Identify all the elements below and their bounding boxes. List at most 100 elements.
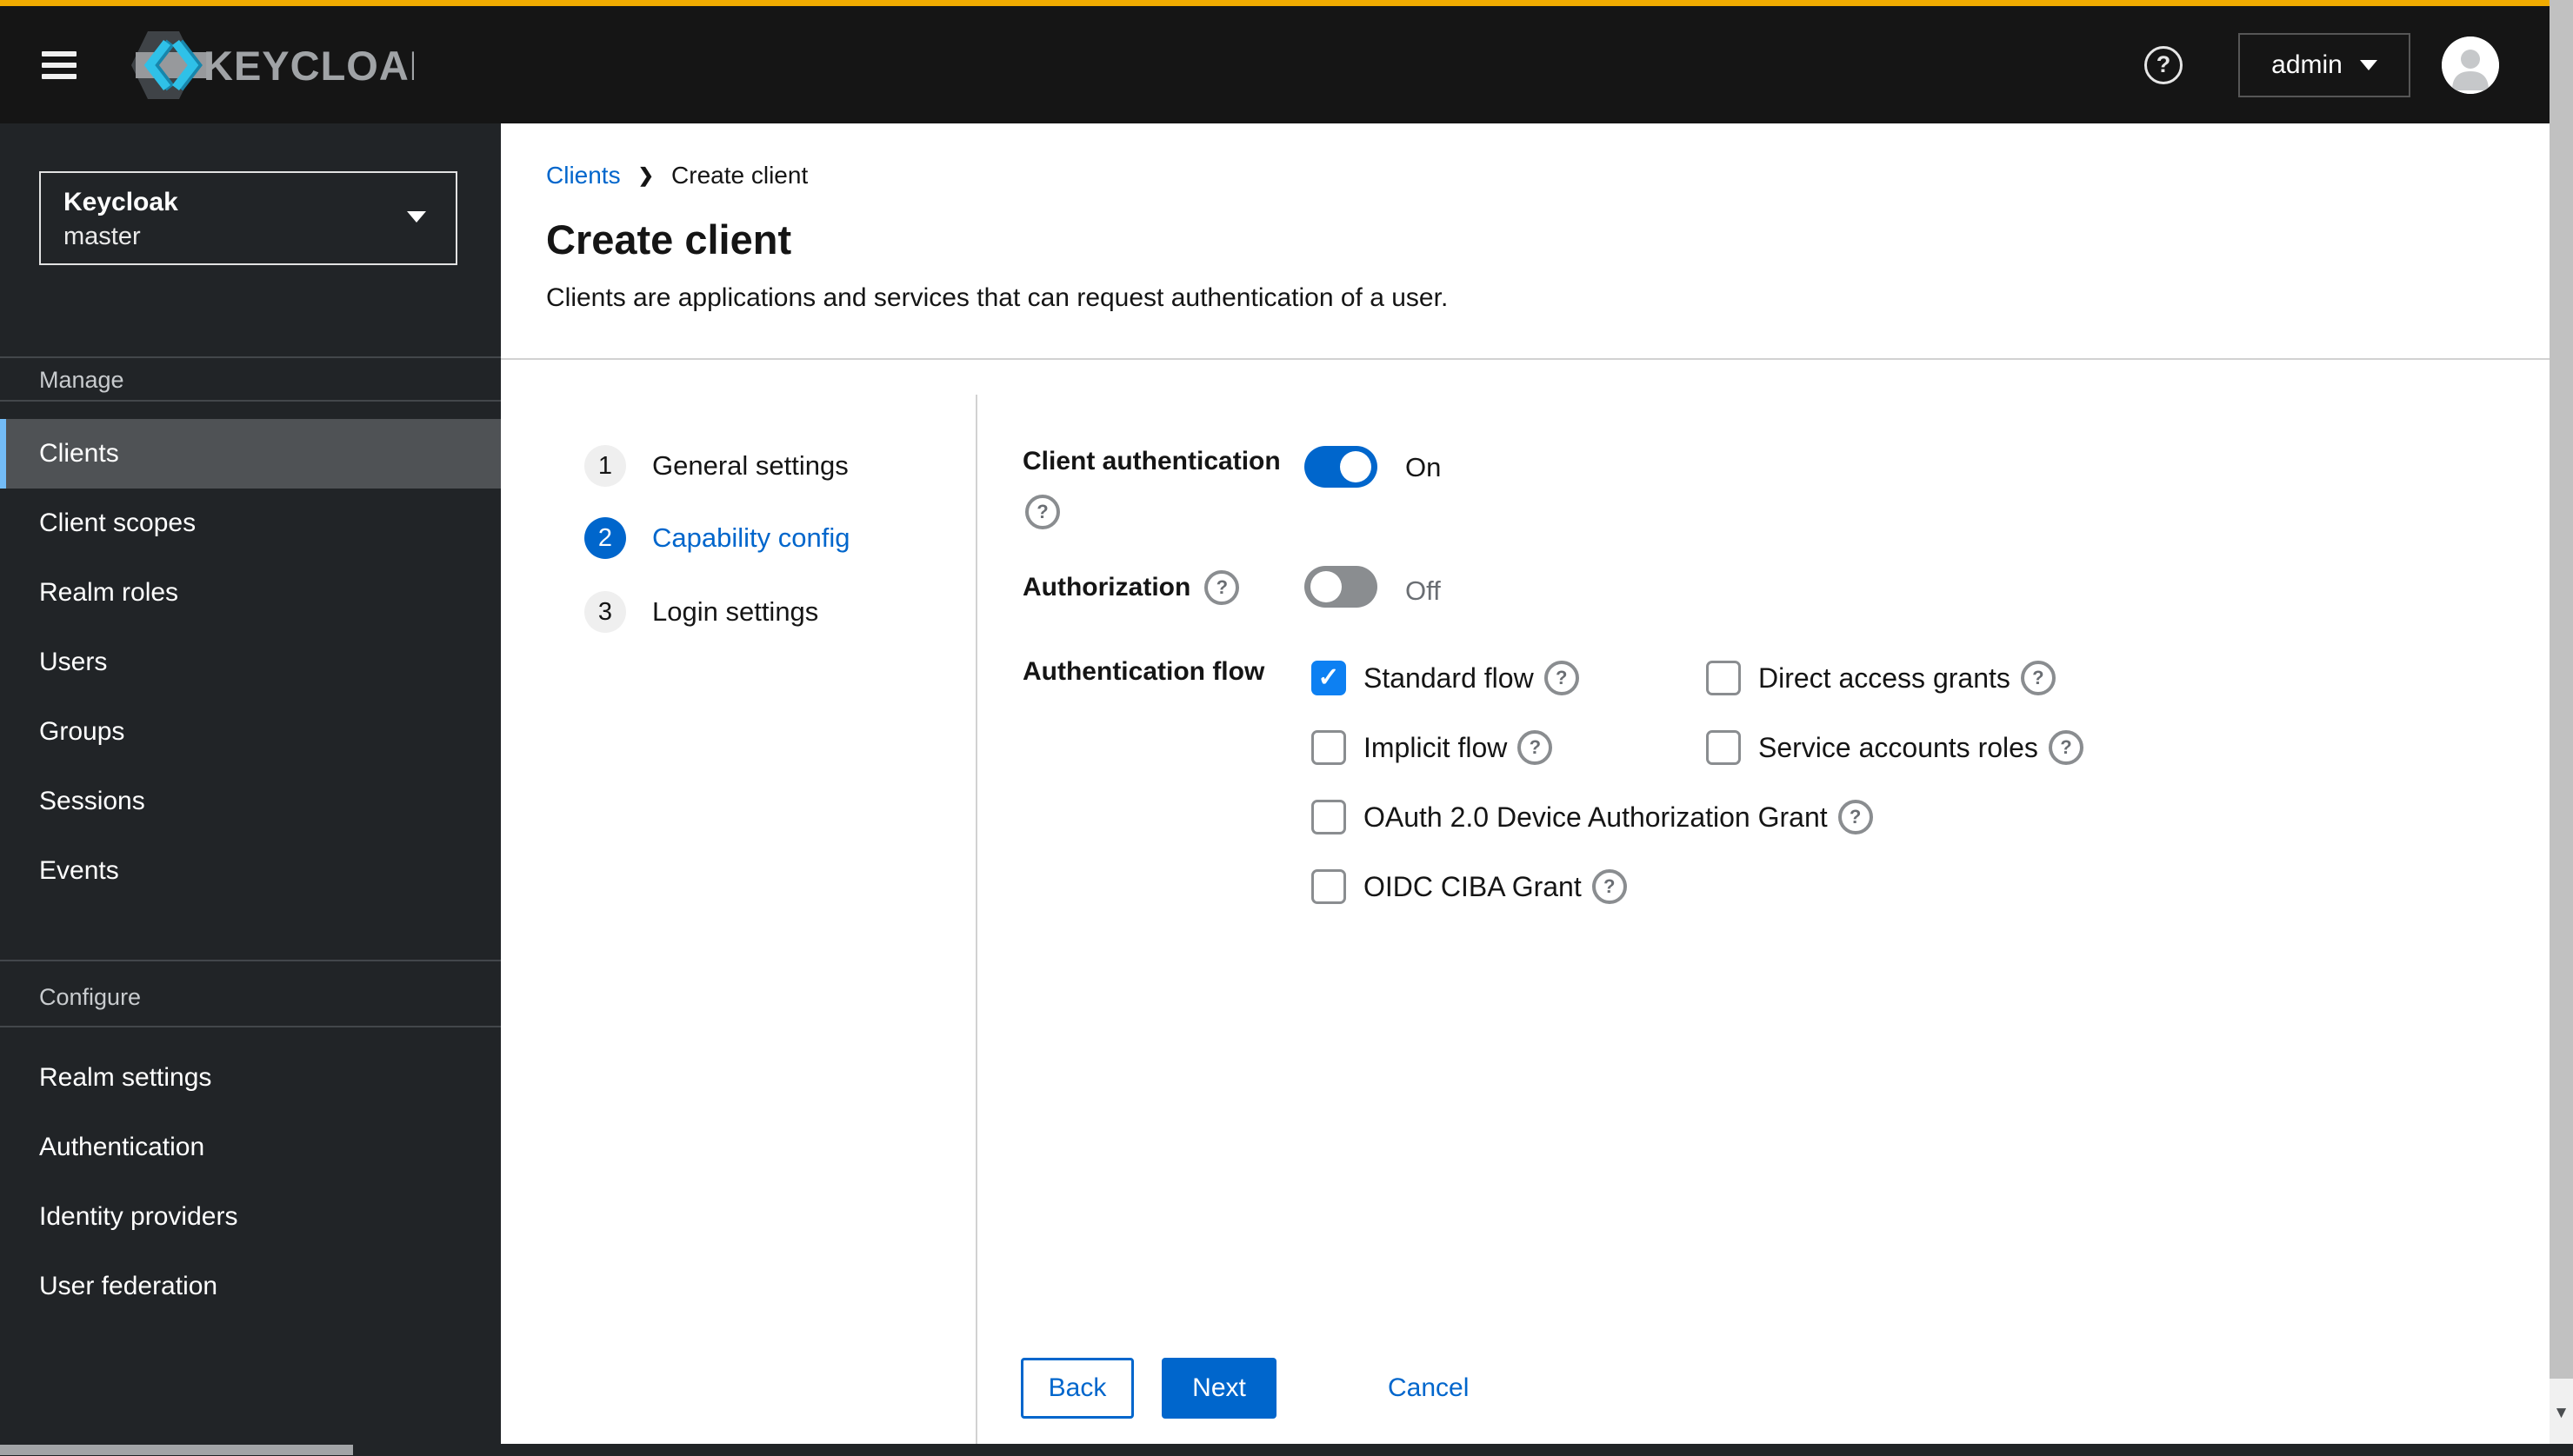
checkbox-box[interactable]: ✓	[1311, 730, 1346, 765]
step-label: General settings	[652, 450, 849, 481]
checkbox-label: Service accounts roles	[1758, 731, 2038, 763]
chevron-right-icon: ❯	[637, 164, 655, 186]
authorization-toggle[interactable]	[1304, 566, 1377, 608]
sidebar-item-users[interactable]: Users	[0, 628, 501, 697]
checkbox-oidc-ciba-grant[interactable]: ✓ OIDC CIBA Grant ?	[1311, 869, 1627, 904]
toggle-knob	[1340, 451, 1371, 482]
checkbox-box[interactable]: ✓	[1706, 661, 1741, 695]
horizontal-scrollbar[interactable]	[0, 1444, 2573, 1456]
help-glyph: ?	[1555, 667, 1568, 688]
sidebar-item-events[interactable]: Events	[0, 836, 501, 906]
header-divider	[501, 358, 2550, 360]
sidebar-item-authentication[interactable]: Authentication	[0, 1113, 501, 1182]
nav-section-configure: Configure	[39, 984, 142, 1010]
help-glyph: ?	[1603, 875, 1616, 897]
help-glyph: ?	[1849, 806, 1862, 828]
step-number: 3	[584, 591, 626, 633]
checkbox-box[interactable]: ✓	[1706, 730, 1741, 765]
checkbox-service-accounts-roles[interactable]: ✓ Service accounts roles ?	[1706, 730, 2083, 765]
next-button[interactable]: Next	[1162, 1358, 1277, 1419]
realm-selector-title: Keycloak	[63, 188, 178, 216]
help-glyph: ?	[1037, 501, 1049, 522]
sidebar-item-client-scopes[interactable]: Client scopes	[0, 489, 501, 558]
wizard-step-login-settings[interactable]: 3 Login settings	[584, 591, 818, 633]
sidebar: Keycloak master Manage Clients Client sc…	[0, 123, 501, 1444]
help-icon[interactable]: ?	[1837, 800, 1873, 834]
checkbox-label: Implicit flow	[1363, 731, 1508, 763]
step-number: 1	[584, 445, 626, 487]
wizard-step-general-settings[interactable]: 1 General settings	[584, 445, 849, 487]
page-title: Create client	[546, 216, 792, 263]
realm-selector[interactable]: Keycloak master	[39, 171, 457, 265]
help-icon[interactable]: ?	[1204, 570, 1240, 605]
sidebar-item-realm-roles[interactable]: Realm roles	[0, 558, 501, 628]
toggle-knob	[1310, 571, 1342, 602]
back-button[interactable]: Back	[1021, 1358, 1134, 1419]
sidebar-item-groups[interactable]: Groups	[0, 697, 501, 767]
checkbox-label: Standard flow	[1363, 662, 1534, 694]
step-label: Login settings	[652, 596, 819, 627]
help-glyph: ?	[2032, 667, 2044, 688]
masthead-controls: ? admin	[2144, 32, 2499, 97]
help-icon[interactable]: ?	[2020, 661, 2056, 695]
checkbox-direct-access-grants[interactable]: ✓ Direct access grants ?	[1706, 661, 2056, 695]
chevron-down-icon	[2359, 59, 2377, 70]
authentication-flow-label: Authentication flow	[1023, 657, 1265, 686]
breadcrumb-clients-link[interactable]: Clients	[546, 162, 621, 189]
vertical-scrollbar-thumb[interactable]	[2550, 0, 2573, 1379]
avatar-person-icon	[2442, 36, 2499, 94]
sidebar-divider	[0, 400, 501, 402]
wizard-divider	[976, 395, 977, 1444]
brand-text: KEYCLOAK	[203, 43, 414, 89]
cancel-button[interactable]: Cancel	[1388, 1358, 1492, 1419]
check-icon: ✓	[1317, 663, 1340, 692]
realm-selector-realm: master	[63, 223, 141, 250]
page-description: Clients are applications and services th…	[546, 283, 1449, 312]
breadcrumb: Clients ❯ Create client	[546, 162, 808, 189]
hamburger-menu-icon[interactable]	[42, 50, 77, 79]
checkbox-implicit-flow[interactable]: ✓ Implicit flow ?	[1311, 730, 1553, 765]
wizard-step-capability-config[interactable]: 2 Capability config	[584, 517, 850, 559]
checkbox-oauth-device-authorization-grant[interactable]: ✓ OAuth 2.0 Device Authorization Grant ?	[1311, 800, 1873, 834]
help-icon[interactable]: ?	[2048, 730, 2083, 765]
avatar[interactable]	[2442, 36, 2499, 94]
sidebar-item-sessions[interactable]: Sessions	[0, 767, 501, 836]
masthead: KEYCLOAK ? admin	[0, 6, 2550, 123]
help-icon[interactable]: ?	[1543, 661, 1579, 695]
main-content: Clients ❯ Create client Create client Cl…	[501, 123, 2550, 1444]
sidebar-item-clients[interactable]: Clients	[0, 419, 501, 489]
horizontal-scrollbar-thumb[interactable]	[0, 1445, 353, 1455]
step-label: Capability config	[652, 522, 850, 553]
sidebar-item-realm-settings[interactable]: Realm settings	[0, 1043, 501, 1113]
client-authentication-toggle[interactable]	[1304, 446, 1377, 488]
help-icon[interactable]: ?	[2144, 45, 2183, 84]
breadcrumb-current: Create client	[671, 162, 809, 189]
help-glyph: ?	[2156, 51, 2171, 77]
checkbox-box[interactable]: ✓	[1311, 869, 1346, 904]
client-authentication-value: On	[1405, 452, 1442, 482]
checkbox-box[interactable]: ✓	[1311, 800, 1346, 834]
sidebar-item-identity-providers[interactable]: Identity providers	[0, 1182, 501, 1252]
top-accent-bar	[0, 0, 2550, 6]
sidebar-divider	[0, 1026, 501, 1027]
help-glyph: ?	[2060, 736, 2072, 758]
help-glyph: ?	[1216, 576, 1229, 598]
help-icon[interactable]: ?	[1025, 495, 1060, 529]
checkbox-standard-flow[interactable]: ✓ Standard flow ?	[1311, 661, 1579, 695]
scroll-down-arrow-icon[interactable]: ▼	[2550, 1404, 2573, 1423]
keycloak-logo: KEYCLOAK	[127, 29, 414, 102]
nav-section-manage: Manage	[39, 367, 124, 393]
checkbox-box[interactable]: ✓	[1311, 661, 1346, 695]
step-number: 2	[584, 517, 626, 559]
help-icon[interactable]: ?	[1591, 869, 1627, 904]
authorization-value: Off	[1405, 575, 1441, 606]
sidebar-item-user-federation[interactable]: User federation	[0, 1252, 501, 1321]
checkbox-label: OIDC CIBA Grant	[1363, 870, 1582, 902]
sidebar-divider	[0, 356, 501, 358]
authorization-label-text: Authorization	[1023, 573, 1191, 602]
keycloak-logo-graphic: KEYCLOAK	[131, 30, 414, 99]
help-icon[interactable]: ?	[1517, 730, 1553, 765]
user-menu-dropdown[interactable]: admin	[2238, 32, 2410, 97]
help-glyph: ?	[1529, 736, 1542, 758]
vertical-scrollbar[interactable]: ▼	[2550, 0, 2573, 1444]
